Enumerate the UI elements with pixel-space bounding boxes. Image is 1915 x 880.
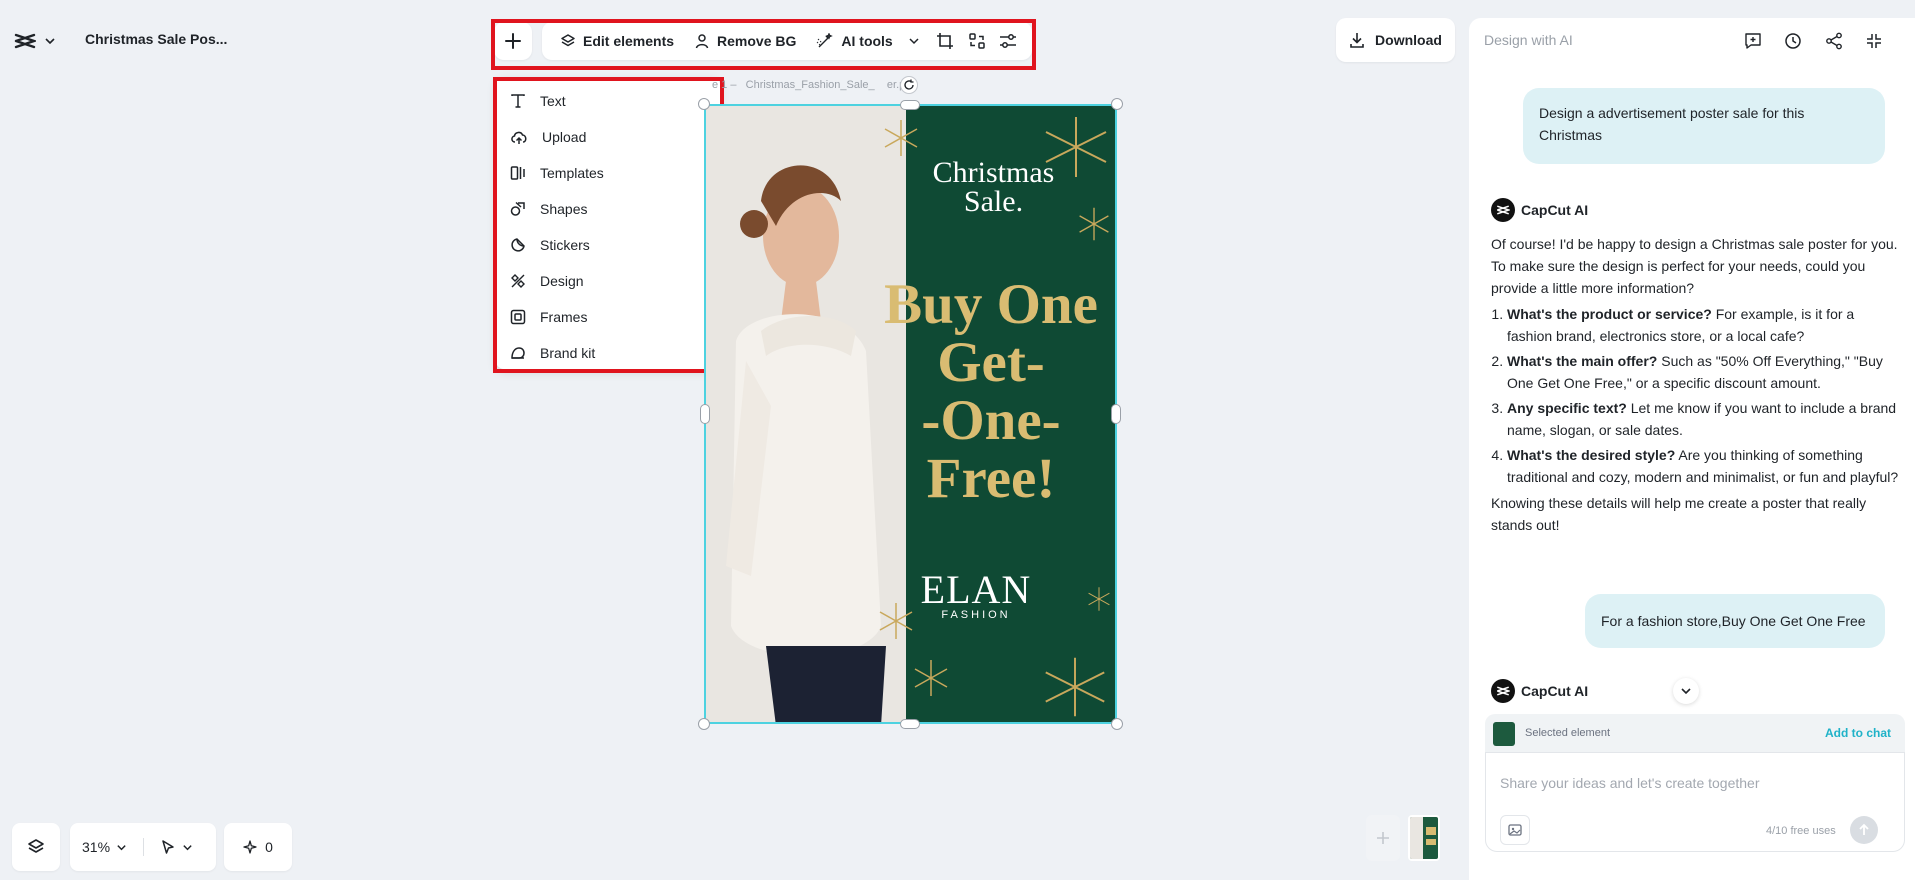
add-to-chat-button[interactable]: Add to chat [1825, 726, 1891, 740]
ai-message-header: CapCut AI [1491, 198, 1588, 222]
zoom-level: 31% [82, 839, 111, 855]
add-page-button[interactable] [1366, 815, 1400, 861]
credits-count: 0 [265, 839, 273, 855]
zoom-controls: 31% [70, 823, 216, 871]
history-icon [1784, 32, 1802, 50]
capcut-ai-avatar [1491, 198, 1515, 222]
arrow-up-icon [1857, 823, 1871, 837]
ai-credits-counter[interactable]: 0 [224, 823, 292, 871]
poster-brand-logo: ELAN [920, 567, 1032, 612]
resize-handle[interactable] [900, 100, 920, 110]
chat-input-box[interactable]: Share your ideas and let's create togeth… [1485, 752, 1905, 852]
resize-handle[interactable] [698, 98, 710, 110]
sparkle-icon [243, 840, 257, 854]
share-icon [1825, 32, 1843, 50]
snowflake-icon [884, 120, 918, 156]
chat-input-placeholder[interactable]: Share your ideas and let's create togeth… [1500, 775, 1760, 791]
toolbar-highlight [491, 19, 1036, 70]
rotate-icon [903, 79, 915, 91]
attach-image-button[interactable] [1500, 815, 1530, 845]
ai-message-body: Of course! I'd be happy to design a Chri… [1491, 233, 1901, 540]
resize-handle[interactable] [1111, 404, 1121, 424]
collapse-icon [1865, 32, 1883, 50]
panel-title: Design with AI [1484, 32, 1573, 48]
zoom-dropdown[interactable]: 31% [82, 839, 127, 855]
page-strip [1358, 807, 1452, 869]
pointer-tool-dropdown[interactable] [160, 839, 193, 855]
collapse-panel-button[interactable] [1861, 28, 1887, 54]
chevron-down-icon [116, 842, 127, 853]
snowflake-icon [914, 660, 948, 696]
history-button[interactable] [1780, 28, 1806, 54]
menu-highlight [493, 77, 724, 373]
capcut-logo-icon [14, 32, 36, 50]
share-button[interactable] [1821, 28, 1847, 54]
page-filename-label: e 1 – Christmas_Fashion_Sale_ er.png [712, 79, 917, 91]
selected-element-bar: Selected element Add to chat [1485, 714, 1905, 752]
poster-offer-text: Buy One Get- -One- Free! [884, 273, 1098, 510]
chevron-down-icon [1680, 685, 1692, 697]
new-chat-button[interactable] [1740, 28, 1766, 54]
poster-brand-sub: FASHION [941, 609, 1011, 621]
ai-message-header: CapCut AI [1491, 679, 1588, 703]
document-title[interactable]: Christmas Sale Pos... [85, 31, 227, 47]
capcut-ai-avatar [1491, 679, 1515, 703]
snowflake-icon [1045, 657, 1105, 717]
selected-element-label: Selected element [1525, 727, 1610, 739]
ai-name: CapCut AI [1521, 683, 1589, 699]
divider [143, 838, 145, 856]
plus-icon [1375, 830, 1391, 846]
new-chat-icon [1744, 32, 1762, 50]
layers-button[interactable] [12, 823, 60, 871]
app-logo-menu[interactable] [14, 26, 64, 56]
chevron-down-icon [182, 842, 193, 853]
download-label: Download [1375, 32, 1442, 48]
image-attach-icon [1507, 822, 1523, 838]
ai-chat-panel: Design with AI Design a advertisement po… [1469, 18, 1915, 880]
scroll-down-button[interactable] [1673, 678, 1699, 704]
resize-handle[interactable] [698, 718, 710, 730]
user-message: Design a advertisement poster sale for t… [1523, 88, 1885, 164]
download-button[interactable]: Download [1336, 18, 1455, 62]
user-message: For a fashion store,Buy One Get One Free [1585, 594, 1885, 648]
resize-handle[interactable] [700, 404, 710, 424]
layers-icon [27, 838, 45, 856]
poster-headline: Christmas Sale. [932, 156, 1055, 218]
poster-canvas[interactable]: Christmas Sale. Buy One Get- -One- Free!… [704, 104, 1117, 724]
page-thumbnail[interactable] [1408, 815, 1440, 861]
ai-name: CapCut AI [1521, 202, 1589, 218]
free-uses-counter: 4/10 free uses [1766, 825, 1836, 837]
rotate-handle[interactable] [900, 76, 918, 94]
cursor-icon [160, 839, 176, 855]
resize-handle[interactable] [1111, 98, 1123, 110]
snowflake-icon [1088, 587, 1110, 611]
send-button[interactable] [1850, 816, 1878, 844]
resize-handle[interactable] [900, 719, 920, 729]
resize-handle[interactable] [1111, 718, 1123, 730]
download-icon [1349, 32, 1365, 48]
chevron-down-icon [44, 35, 56, 47]
selected-element-thumbnail [1493, 722, 1515, 746]
